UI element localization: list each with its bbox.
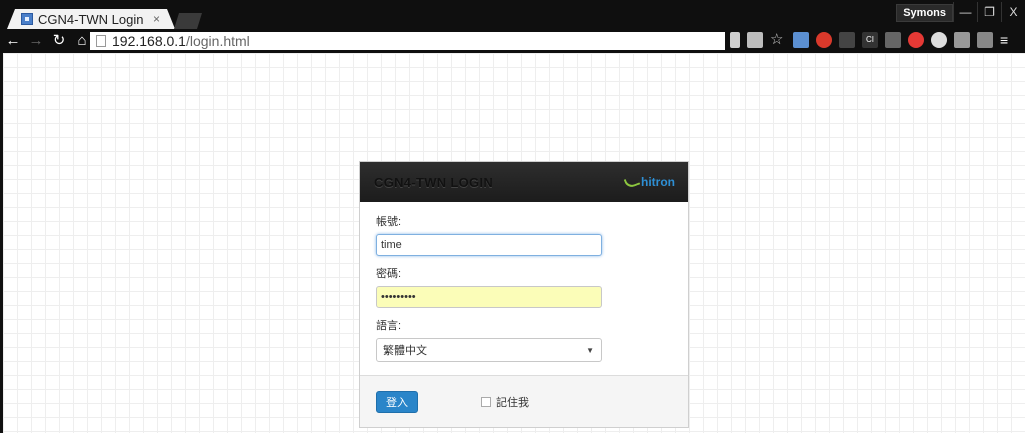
bookmark-star-icon[interactable]: ☆ [770, 32, 786, 48]
username-label: 帳號: [376, 216, 402, 228]
hitron-swoosh-icon [623, 174, 641, 190]
url-path: /login.html [185, 33, 250, 49]
page-icon [96, 35, 106, 47]
login-form: 帳號: 密碼: 語言: 繁體中文 ▼ [360, 202, 688, 362]
remember-me[interactable]: 記住我 [481, 394, 529, 410]
browser-toolbar: ← → ↻ ⌂ 192.168.0.1/login.html ☆ CI ≡ [0, 29, 1025, 53]
cast-icon[interactable] [839, 32, 855, 48]
hitron-logo: hitron [623, 174, 675, 190]
remember-me-checkbox[interactable] [481, 396, 491, 407]
site-favicon-icon [21, 13, 33, 25]
login-header: CGN4-TWN LOGIN hitron [360, 162, 688, 202]
minimize-button[interactable]: — [953, 2, 977, 22]
url-host: 192.168.0.1 [112, 33, 186, 49]
chevron-down-icon: ▼ [586, 345, 594, 355]
address-bar[interactable]: 192.168.0.1/login.html [90, 32, 725, 50]
extension-icons: ☆ CI ≡ [730, 32, 1023, 48]
username-input[interactable] [376, 234, 602, 256]
browser-tab[interactable]: CGN4-TWN Login × [7, 9, 175, 29]
login-title: CGN4-TWN LOGIN [374, 174, 494, 190]
play-extension-icon[interactable] [908, 32, 924, 48]
window-controls: — ❐ X [953, 2, 1025, 22]
menu-icon[interactable]: ≡ [1000, 32, 1016, 48]
password-label: 密碼: [376, 268, 402, 280]
back-arrow-icon[interactable]: ← [3, 31, 23, 51]
profile-button[interactable]: Symons [896, 4, 953, 22]
ci-extension-icon[interactable]: CI [862, 32, 878, 48]
extension-2-icon[interactable] [816, 32, 832, 48]
login-button[interactable]: 登入 [376, 390, 418, 413]
password-input[interactable] [376, 286, 602, 308]
login-panel: CGN4-TWN LOGIN hitron 帳號: 密碼: 語言: 繁體中文 ▼… [359, 161, 689, 428]
drive-extension-icon[interactable] [931, 32, 947, 48]
tab-close-icon[interactable]: × [153, 12, 160, 26]
language-label: 語言: [376, 320, 402, 332]
forward-arrow-icon[interactable]: → [26, 31, 46, 51]
close-window-button[interactable]: X [1001, 2, 1025, 22]
notes-extension-icon[interactable] [954, 32, 970, 48]
home-icon[interactable]: ⌂ [72, 31, 92, 51]
remember-me-label: 記住我 [496, 396, 529, 409]
login-footer: 登入 記住我 [360, 375, 688, 427]
key-icon[interactable] [730, 32, 740, 48]
language-selected-value: 繁體中文 [383, 345, 427, 357]
profile-extension-icon[interactable] [977, 32, 993, 48]
translate-icon[interactable] [747, 32, 763, 48]
restore-button[interactable]: ❐ [977, 2, 1001, 22]
extension-1-icon[interactable] [793, 32, 809, 48]
tab-title: CGN4-TWN Login [38, 11, 144, 27]
page-viewport: CGN4-TWN LOGIN hitron 帳號: 密碼: 語言: 繁體中文 ▼… [0, 53, 1025, 433]
language-select[interactable]: 繁體中文 ▼ [376, 338, 602, 362]
new-tab-button[interactable] [174, 13, 202, 29]
browser-titlebar: CGN4-TWN Login × Symons — ❐ X [0, 0, 1025, 29]
reload-icon[interactable]: ↻ [49, 31, 69, 51]
brand-name: hitron [641, 175, 675, 189]
fonts-extension-icon[interactable] [885, 32, 901, 48]
